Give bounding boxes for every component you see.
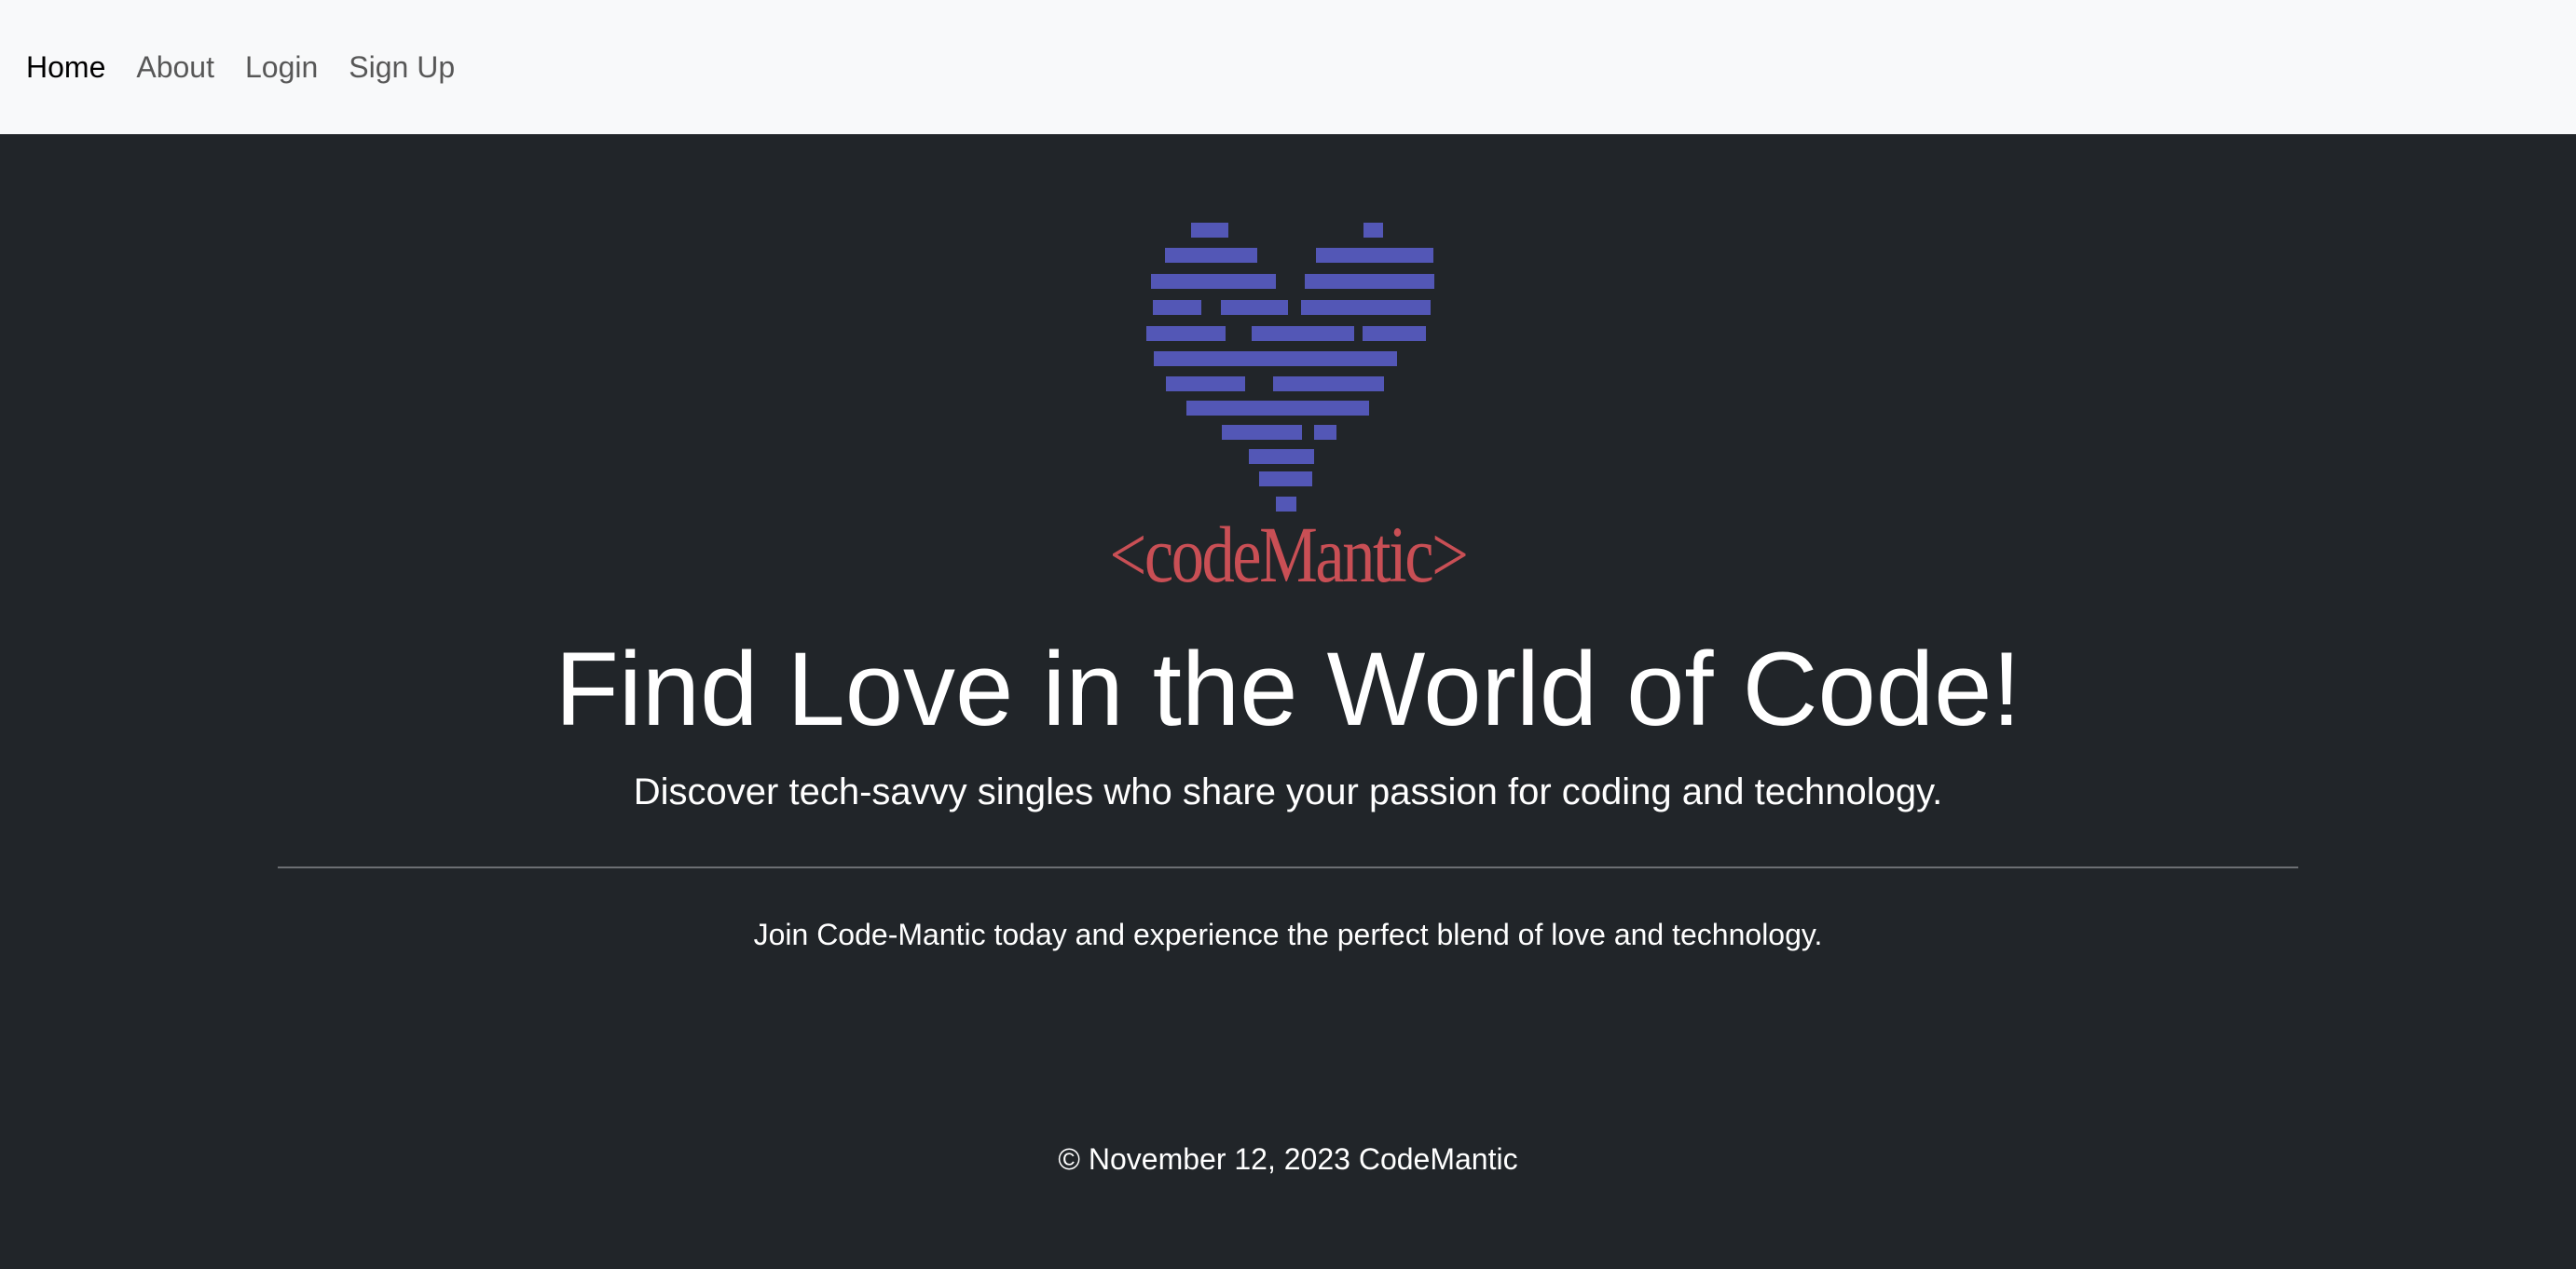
brand-logo-text: <codeMantic> (1109, 510, 1469, 599)
hero-lead-text: Discover tech-savvy singles who share yo… (633, 771, 1943, 812)
code-heart-icon (1146, 223, 1434, 512)
top-navbar: Home About Login Sign Up (0, 0, 2576, 134)
join-call-to-action-text: Join Code-Mantic today and experience th… (753, 918, 1823, 951)
nav-home-link[interactable]: Home (26, 52, 105, 82)
nav-login-link[interactable]: Login (245, 52, 318, 82)
section-divider (278, 866, 2298, 868)
footer-copyright: © November 12, 2023 CodeMantic (1058, 1142, 1518, 1176)
nav-about-link[interactable]: About (136, 52, 214, 82)
nav-signup-link[interactable]: Sign Up (349, 52, 455, 82)
hero-headline: Find Love in the World of Code! (555, 631, 2021, 747)
